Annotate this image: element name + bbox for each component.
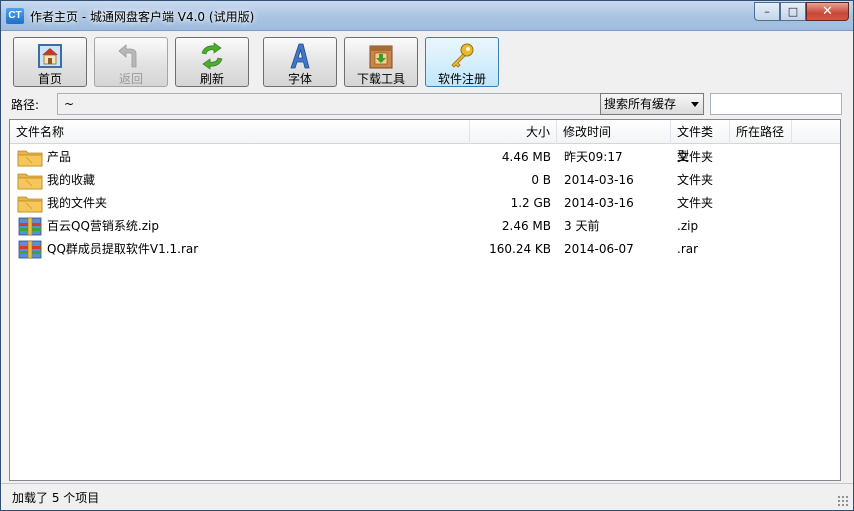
title-bar[interactable]: CT 作者主页 - 城通网盘客户端 V4.0 (试用版) – □ ✕	[1, 1, 853, 31]
file-name: QQ群成员提取软件V1.1.rar	[47, 242, 199, 256]
search-scope-select[interactable]: 搜索所有缓存	[600, 93, 704, 115]
file-name: 我的文件夹	[47, 196, 108, 210]
register-button[interactable]: 软件注册	[425, 37, 499, 87]
font-button[interactable]: 字体	[263, 37, 337, 87]
file-size: 2.46 MB	[501, 219, 551, 233]
folder-icon	[17, 173, 43, 190]
back-button-label: 返回	[118, 72, 143, 86]
path-input[interactable]: ~	[57, 93, 602, 115]
register-button-label: 软件注册	[437, 72, 486, 86]
table-row[interactable]: 我的收藏 0 B 2014-03-16 文件夹	[10, 169, 840, 192]
file-type: 文件夹	[677, 173, 714, 187]
file-size: 160.24 KB	[489, 242, 551, 256]
dropdown-arrow-icon	[691, 102, 699, 107]
file-list-header: 文件名称 大小 修改时间 文件类型 所在路径	[10, 120, 840, 163]
file-modified: 2014-03-16	[564, 196, 634, 210]
download-tool-button-label: 下载工具	[356, 72, 405, 86]
home-button-label: 首页	[37, 72, 62, 86]
column-header-name[interactable]: 文件名称	[10, 120, 470, 144]
path-bar: 路径: ~ 搜索所有缓存	[9, 93, 849, 115]
column-header-location[interactable]: 所在路径	[730, 120, 792, 144]
table-row[interactable]: QQ群成员提取软件V1.1.rar 160.24 KB 2014-06-07 .…	[10, 238, 840, 261]
file-modified: 3 天前	[564, 219, 600, 233]
file-size: 1.2 GB	[510, 196, 551, 210]
table-row[interactable]: 百云QQ营销系统.zip 2.46 MB 3 天前 .zip	[10, 215, 840, 238]
minimize-button[interactable]: –	[754, 2, 780, 21]
key-icon	[451, 43, 474, 68]
resize-grip-icon[interactable]	[837, 495, 849, 507]
table-row[interactable]: 产品 4.46 MB 昨天09:17 文件夹	[10, 146, 840, 169]
column-header-modified[interactable]: 修改时间	[557, 120, 671, 144]
window-controls: – □ ✕	[754, 2, 849, 21]
toolbar: 首页 返回 刷新 字体 下载工具 软件注册	[9, 37, 849, 87]
file-type: .rar	[677, 242, 699, 256]
refresh-button[interactable]: 刷新	[175, 37, 249, 87]
app-icon: CT	[6, 8, 24, 24]
search-scope-value: 搜索所有缓存	[604, 97, 677, 111]
table-row[interactable]: 我的文件夹 1.2 GB 2014-03-16 文件夹	[10, 192, 840, 215]
archive-icon	[18, 240, 42, 259]
back-arrow-icon	[118, 44, 137, 68]
main-window: CT 作者主页 - 城通网盘客户端 V4.0 (试用版) – □ ✕ 首页 返回	[0, 0, 854, 511]
refresh-icon	[201, 42, 223, 70]
folder-icon	[17, 150, 43, 167]
folder-icon	[17, 196, 43, 213]
file-type: .zip	[677, 219, 699, 233]
file-size: 0 B	[531, 173, 551, 187]
window-title: 作者主页 - 城通网盘客户端 V4.0 (试用版)	[30, 10, 255, 24]
column-header-size[interactable]: 大小	[470, 120, 557, 144]
file-name: 产品	[47, 150, 72, 164]
file-modified: 昨天09:17	[564, 150, 623, 164]
status-bar: 加载了 5 个项目	[1, 483, 853, 510]
file-type: 文件夹	[677, 196, 714, 210]
home-icon	[38, 44, 62, 68]
file-type: 文件夹	[677, 150, 714, 164]
path-label: 路径:	[11, 98, 40, 112]
file-name: 我的收藏	[47, 173, 96, 187]
file-modified: 2014-03-16	[564, 173, 634, 187]
status-text: 加载了 5 个项目	[12, 491, 100, 505]
file-size: 4.46 MB	[501, 150, 551, 164]
close-button[interactable]: ✕	[806, 2, 849, 21]
column-header-type[interactable]: 文件类型	[671, 120, 730, 163]
maximize-button[interactable]: □	[780, 2, 806, 21]
file-name: 百云QQ营销系统.zip	[47, 219, 159, 233]
font-icon	[290, 43, 310, 69]
home-button[interactable]: 首页	[13, 37, 87, 87]
back-button[interactable]: 返回	[94, 37, 168, 87]
archive-icon	[18, 217, 42, 236]
file-list[interactable]: 文件名称 大小 修改时间 文件类型 所在路径 产品 4.46 MB 昨天09:1…	[9, 119, 841, 481]
refresh-button-label: 刷新	[199, 72, 224, 86]
download-box-icon	[369, 45, 393, 69]
search-input[interactable]	[710, 93, 842, 115]
download-tool-button[interactable]: 下载工具	[344, 37, 418, 87]
file-modified: 2014-06-07	[564, 242, 634, 256]
font-button-label: 字体	[287, 72, 312, 86]
